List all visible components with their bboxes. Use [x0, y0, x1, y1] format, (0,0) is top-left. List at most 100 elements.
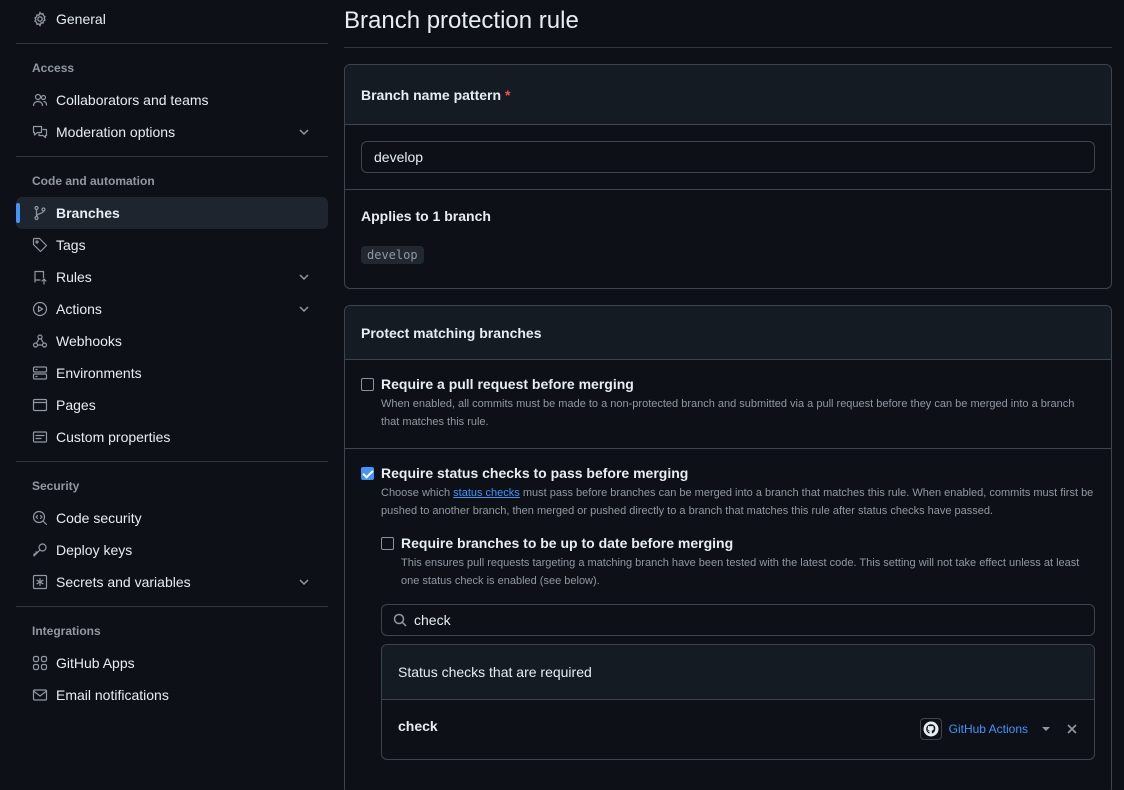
require-status-desc: Choose which status checks must pass bef… — [381, 484, 1095, 520]
check-name: check — [398, 718, 438, 734]
sidebar-item-label: Deploy keys — [56, 542, 133, 558]
branch-pattern-input[interactable]: develop — [361, 141, 1095, 173]
sidebar-divider — [16, 606, 328, 607]
search-icon — [393, 613, 407, 627]
chevron-down-icon[interactable] — [296, 301, 312, 317]
sidebar-item-label: Collaborators and teams — [56, 92, 209, 108]
sidebar-item-code-security[interactable]: Code security — [16, 502, 328, 534]
branch-pattern-box: Branch name pattern * develop Applies to… — [344, 64, 1112, 289]
sidebar-item-label: Moderation options — [56, 124, 176, 140]
main-content: Branch protection rule Branch name patte… — [344, 0, 1112, 790]
server-icon — [32, 365, 48, 381]
key-icon — [32, 542, 48, 558]
require-uptodate-checkbox[interactable] — [381, 537, 394, 550]
sidebar-item-collaborators-and-teams[interactable]: Collaborators and teams — [16, 84, 328, 116]
sidebar-item-label: Code security — [56, 510, 142, 526]
browser-icon — [32, 397, 48, 413]
settings-sidebar: General Access Collaborators and teams Mod… — [16, 0, 328, 711]
status-check-search[interactable]: check — [381, 604, 1095, 636]
chevron-down-icon[interactable] — [296, 269, 312, 285]
check-app-badge: GitHub Actions — [919, 718, 1080, 740]
status-checks-link[interactable]: status checks — [453, 487, 520, 499]
require-status-row: Require status checks to pass before mer… — [345, 448, 1111, 790]
search-value: check — [414, 612, 451, 628]
matching-branch-chip: develop — [361, 246, 424, 264]
require-pr-desc: When enabled, all commits must be made t… — [381, 398, 1075, 428]
branch-pattern-header: Branch name pattern * — [345, 65, 1111, 124]
chevron-down-icon[interactable] — [296, 124, 312, 140]
sidebar-item-secrets-and-variables[interactable]: Secrets and variables — [16, 566, 328, 598]
git-branch-icon — [32, 205, 48, 221]
app-select-caret-icon[interactable] — [1042, 727, 1050, 731]
branch-pattern-label: Branch name pattern — [361, 86, 502, 103]
applies-label: Applies to 1 branch — [361, 208, 491, 224]
sidebar-item-label: Email notifications — [56, 687, 169, 703]
applies-row: Applies to 1 branch develop — [345, 189, 1111, 288]
require-pr-row: Require a pull request before merging Wh… — [345, 359, 1111, 448]
branch-pattern-row: develop — [345, 124, 1111, 189]
apps-icon — [32, 655, 48, 671]
sidebar-item-moderation-options[interactable]: Moderation options — [16, 116, 328, 148]
codescan-icon — [32, 510, 48, 526]
sidebar-item-label: Rules — [56, 269, 92, 285]
page-title: Branch protection rule — [344, 0, 1112, 48]
webhook-icon — [32, 333, 48, 349]
required-checks-heading: Status checks that are required — [382, 645, 1094, 699]
sidebar-item-label: GitHub Apps — [56, 655, 135, 671]
check-app-name[interactable]: GitHub Actions — [949, 722, 1028, 736]
required-check-row: check GitHub Actions — [382, 699, 1094, 759]
require-pr-checkbox[interactable] — [361, 378, 374, 391]
branch-pattern-value: develop — [374, 149, 424, 165]
github-logo-icon — [919, 718, 942, 740]
require-pr-title: Require a pull request before merging — [381, 376, 634, 392]
sidebar-item-branches[interactable]: Branches — [16, 197, 328, 229]
sidebar-item-label: Branches — [56, 205, 120, 221]
close-icon[interactable] — [1064, 721, 1080, 737]
sidebar-item-environments[interactable]: Environments — [16, 357, 328, 389]
sidebar-item-general[interactable]: General — [16, 3, 328, 35]
sidebar-item-label: Webhooks — [56, 333, 122, 349]
require-status-desc-start: Choose which — [381, 487, 454, 499]
protect-box: Protect matching branches Require a pull… — [344, 305, 1112, 790]
sidebar-item-label: Custom properties — [56, 429, 171, 445]
sidebar-group-title: Integrations — [32, 624, 101, 638]
protect-header: Protect matching branches — [345, 306, 1111, 359]
sidebar-divider — [16, 43, 328, 44]
sidebar-item-label: Actions — [56, 301, 102, 317]
required-checks-box: Status checks that are required check Gi… — [381, 644, 1095, 760]
note-icon — [32, 429, 48, 445]
sidebar-item-github-apps[interactable]: GitHub Apps — [16, 647, 328, 679]
sidebar-item-actions[interactable]: Actions — [16, 293, 328, 325]
sidebar-divider — [16, 461, 328, 462]
sidebar-divider — [16, 156, 328, 157]
sidebar-item-label: Pages — [56, 397, 96, 413]
sidebar-item-tags[interactable]: Tags — [16, 229, 328, 261]
comment-discussion-icon — [32, 124, 48, 140]
play-icon — [32, 301, 48, 317]
sidebar-item-deploy-keys[interactable]: Deploy keys — [16, 534, 328, 566]
required-mark: * — [505, 86, 511, 103]
sidebar-item-label: Secrets and variables — [56, 574, 191, 590]
tag-icon — [32, 237, 48, 253]
sidebar-group-title: Code and automation — [32, 174, 155, 188]
chevron-down-icon[interactable] — [296, 574, 312, 590]
sidebar-group-title: Security — [32, 479, 80, 493]
sidebar-item-label: General — [56, 11, 106, 27]
require-status-title: Require status checks to pass before mer… — [381, 465, 689, 481]
sidebar-item-label: Environments — [56, 365, 142, 381]
gear-icon — [32, 11, 48, 27]
sidebar-item-label: Tags — [56, 237, 86, 253]
sidebar-item-rules[interactable]: Rules — [16, 261, 328, 293]
require-status-checkbox[interactable] — [361, 467, 374, 480]
key-asterisk-icon — [32, 574, 48, 590]
sidebar-item-pages[interactable]: Pages — [16, 389, 328, 421]
mail-icon — [32, 687, 48, 703]
sidebar-item-webhooks[interactable]: Webhooks — [16, 325, 328, 357]
require-uptodate-title: Require branches to be up to date before… — [401, 535, 734, 551]
require-uptodate-desc: This ensures pull requests targeting a m… — [401, 557, 1080, 587]
sidebar-item-email-notifications[interactable]: Email notifications — [16, 679, 328, 711]
sidebar-group-title: Access — [32, 61, 75, 75]
sidebar-item-custom-properties[interactable]: Custom properties — [16, 421, 328, 453]
repo-push-icon — [32, 269, 48, 285]
people-icon — [32, 92, 48, 108]
